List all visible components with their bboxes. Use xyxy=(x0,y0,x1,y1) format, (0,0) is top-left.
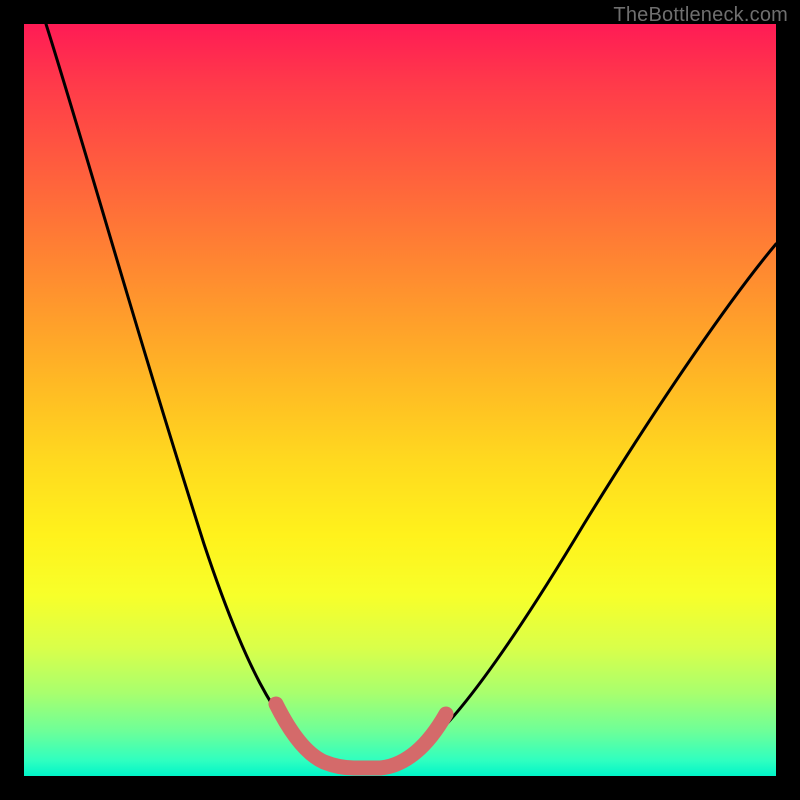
chart-frame: TheBottleneck.com xyxy=(0,0,800,800)
sweet-spot-highlight xyxy=(276,704,446,768)
plot-area xyxy=(24,24,776,776)
bottleneck-curve xyxy=(46,24,776,768)
curve-layer xyxy=(24,24,776,776)
watermark-text: TheBottleneck.com xyxy=(613,4,788,27)
